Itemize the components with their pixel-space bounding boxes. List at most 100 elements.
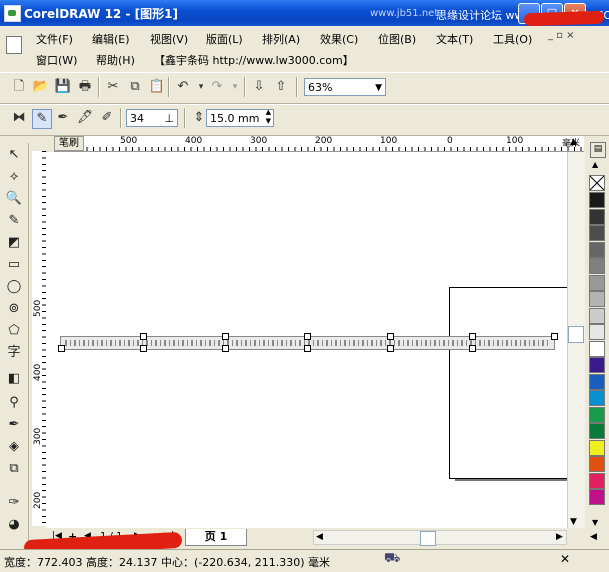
coreldraw-app-icon[interactable] [4,5,21,22]
eyedropper-tool-icon[interactable]: ⚲ [5,394,23,412]
print-icon[interactable]: 🖶 [76,78,94,96]
color-swatch[interactable] [589,373,605,390]
pick-tool-icon[interactable]: ↖ [5,146,23,164]
color-swatch[interactable] [589,340,605,357]
color-swatch[interactable] [589,307,605,324]
copy-icon[interactable]: ⧉ [126,78,144,96]
brush-mode-icon[interactable]: ✎ [32,109,52,129]
open-icon[interactable]: 📂 [32,78,50,96]
text-tool-icon[interactable]: 字 [5,344,23,362]
palette-scroll-down-icon[interactable]: ▼ [592,518,598,527]
color-swatch[interactable] [589,225,605,241]
color-swatch[interactable] [589,192,605,208]
menu-edit[interactable]: 编辑(E) [92,31,130,47]
calligraphic-mode-icon[interactable]: 🖋 [76,109,94,127]
menu-window[interactable]: 窗口(W) [36,52,77,68]
redo-dropdown-icon[interactable]: ▾ [226,78,244,96]
menu-tools[interactable]: 工具(O) [493,31,532,47]
fill-tool-icon[interactable]: ◈ [5,438,23,456]
outline-tool-icon[interactable]: ✒ [5,416,23,434]
color-swatch[interactable] [589,291,605,307]
import-icon[interactable]: ⇩ [250,78,268,96]
color-swatch[interactable] [589,456,605,472]
color-swatch[interactable] [589,274,605,291]
basic-shapes-tool-icon[interactable]: ⬠ [5,322,23,340]
selection-handle[interactable] [469,333,476,340]
no-fill-swatch[interactable] [589,175,605,191]
smart-fill-tool-icon[interactable]: ◩ [5,234,23,252]
selection-handle[interactable] [304,333,311,340]
menu-view[interactable]: 视图(V) [150,31,188,47]
scroll-down-icon[interactable]: ▼ [570,517,577,527]
color-swatch[interactable] [589,258,605,274]
document-icon[interactable] [6,36,22,54]
selection-handle[interactable] [551,333,558,340]
menu-layout[interactable]: 版面(L) [206,31,243,47]
scroll-left-icon[interactable]: ◀ [316,532,323,542]
no-outline-icon[interactable]: ✕ [560,552,570,566]
zoom-level-select[interactable]: 63% ▼ [304,78,386,96]
color-swatch[interactable] [589,423,605,439]
color-swatch[interactable] [589,406,605,423]
color-swatch[interactable] [589,208,605,225]
color-swatch[interactable] [589,324,605,340]
horizontal-scroll-thumb[interactable] [420,531,436,546]
selection-handle[interactable] [140,345,147,352]
spinner-icon[interactable]: ▲ ▼ [266,108,271,126]
selection-handle[interactable] [222,333,229,340]
menu-help[interactable]: 帮助(H) [96,52,135,68]
horizontal-ruler[interactable]: 500 400 300 200 100 0 100 毫米 [54,136,584,152]
ellipse-tool-icon[interactable]: ◯ [5,278,23,296]
color-swatch[interactable] [589,439,605,456]
document-window-controls[interactable]: _ ▫ × [548,30,575,41]
menu-effects[interactable]: 效果(C) [320,31,358,47]
horizontal-scrollbar[interactable] [313,530,567,545]
selection-handle[interactable] [387,345,394,352]
pressure-mode-icon[interactable]: ✐ [98,109,116,127]
color-mesh-tool-icon[interactable]: ◕ [5,516,23,534]
menu-arrange[interactable]: 排列(A) [262,31,300,47]
preset-brush-icon[interactable]: ⧓ [10,109,28,127]
save-icon[interactable]: 💾 [54,78,72,96]
sprayer-mode-icon[interactable]: ✒ [54,109,72,127]
cut-icon[interactable]: ✂ [104,78,122,96]
color-swatch[interactable] [589,489,605,505]
color-swatch[interactable] [589,472,605,489]
fill-bucket-icon[interactable]: ⛟ [384,551,400,568]
selection-handle[interactable] [469,345,476,352]
selection-handle[interactable] [304,345,311,352]
palette-expand-icon[interactable]: ◀ [590,532,597,542]
scroll-up-icon[interactable]: ▲ [570,137,577,147]
undo-icon[interactable]: ↶ [174,78,192,96]
new-document-icon[interactable]: 🗋 [10,78,28,96]
vertical-ruler[interactable]: 500 400 300 200 [32,151,47,526]
export-icon[interactable]: ⇧ [272,78,290,96]
selection-handle[interactable] [222,345,229,352]
tab-page-1[interactable]: 页 1 [185,529,247,546]
palette-options-icon[interactable]: ▤ [590,142,606,158]
interactive-tool-icon[interactable]: ◧ [5,370,23,388]
paste-icon[interactable]: 📋 [148,78,166,96]
scroll-right-icon[interactable]: ▶ [556,532,563,542]
menu-promo-link[interactable]: 【鑫宇条码 http://www.lw3000.com】 [154,52,354,68]
color-swatch[interactable] [589,390,605,406]
color-swatch[interactable] [589,241,605,258]
zoom-tool-icon[interactable]: 🔍 [5,190,23,208]
chevron-down-icon[interactable]: ▼ [375,79,382,97]
pen-tool-icon[interactable]: ✑ [5,494,23,512]
menu-text[interactable]: 文本(T) [436,31,473,47]
selection-handle[interactable] [58,345,65,352]
interactive-fill-tool-icon[interactable]: ⧉ [5,460,23,478]
shape-tool-icon[interactable]: ⟡ [5,168,23,186]
vertical-scroll-thumb[interactable] [568,326,584,343]
selection-handle[interactable] [387,333,394,340]
palette-scroll-up-icon[interactable]: ▲ [592,160,598,169]
color-swatch[interactable] [589,357,605,373]
menu-file[interactable]: 文件(F) [36,31,73,47]
stroke-width-field[interactable]: 15.0 mm ▲ ▼ [206,108,274,127]
rectangle-tool-icon[interactable]: ▭ [5,256,23,274]
freehand-tool-icon[interactable]: ✎ [5,212,23,230]
smoothing-field[interactable]: 34 ⊥ [126,109,178,127]
slider-icon[interactable]: ⊥ [164,110,174,128]
redo-icon[interactable]: ↷ [208,78,226,96]
